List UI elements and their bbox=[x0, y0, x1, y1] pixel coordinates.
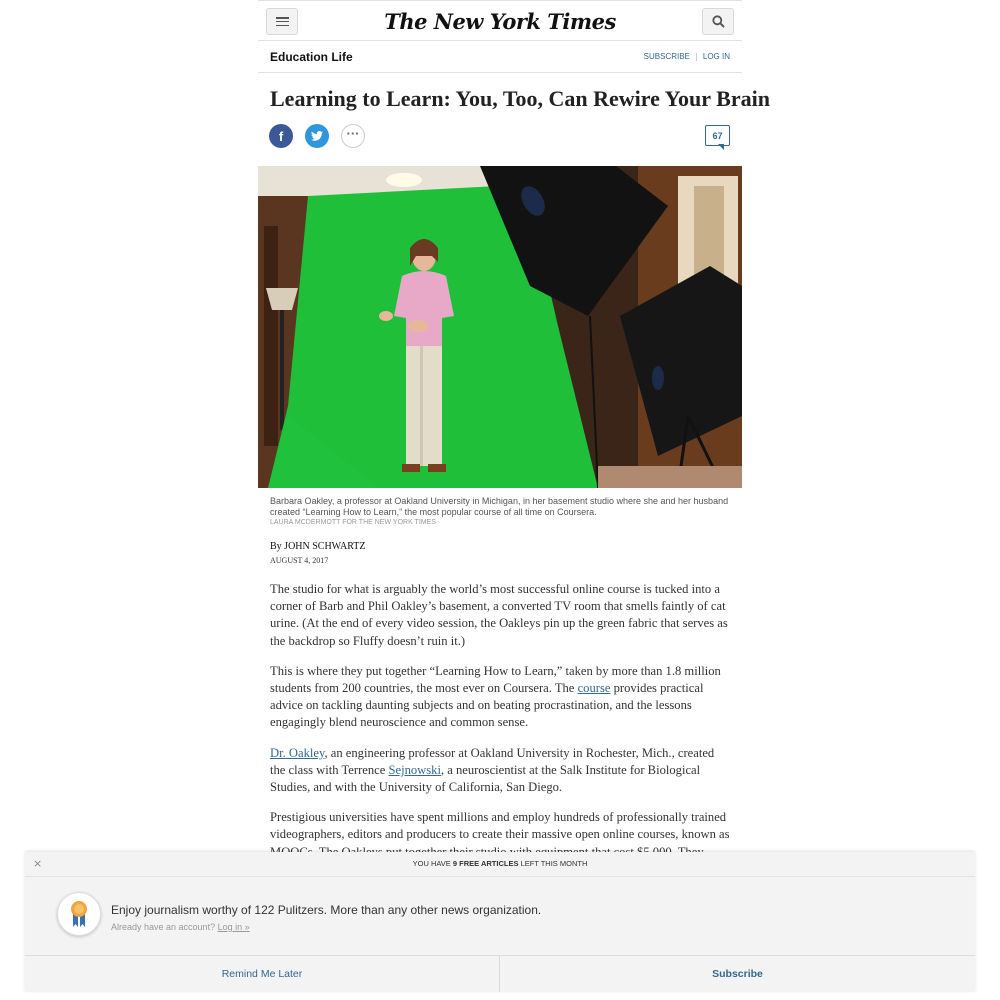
paywall-login-link[interactable]: Log in » bbox=[218, 922, 250, 932]
paragraph-1: The studio for what is arguably the worl… bbox=[270, 582, 728, 648]
subscribe-button[interactable]: Subscribe bbox=[500, 956, 975, 992]
section-name[interactable]: Education Life bbox=[270, 50, 353, 64]
article-photo[interactable] bbox=[258, 166, 742, 488]
dr-oakley-link[interactable]: Dr. Oakley bbox=[270, 746, 324, 760]
facebook-share-button[interactable]: f bbox=[269, 124, 293, 148]
twitter-icon bbox=[311, 131, 323, 141]
photo-credit: LAURA MCDERMOTT FOR THE NEW YORK TIMES bbox=[270, 519, 436, 526]
search-icon bbox=[711, 15, 725, 28]
ellipsis-icon: ··· bbox=[346, 125, 360, 141]
facebook-icon: f bbox=[278, 128, 284, 144]
author-name[interactable]: JOHN SCHWARTZ bbox=[284, 541, 365, 552]
top-bar: The New York Times bbox=[258, 0, 742, 41]
sejnowski-link[interactable]: Sejnowski bbox=[388, 763, 440, 777]
comment-bubble-tail bbox=[718, 144, 724, 150]
paragraph-2: This is where they put together “Learnin… bbox=[270, 663, 721, 730]
twitter-share-button[interactable] bbox=[305, 124, 329, 148]
subscribe-link[interactable]: SUBSCRIBE bbox=[644, 52, 690, 61]
masthead-logo[interactable]: The New York Times bbox=[258, 9, 742, 34]
paragraph-3: Dr. Oakley, an engineering professor at … bbox=[270, 745, 715, 795]
paywall-message: Enjoy journalism worthy of 122 Pulitzers… bbox=[25, 877, 975, 956]
article-body: The studio for what is arguably the worl… bbox=[270, 581, 732, 874]
photo-caption: Barbara Oakley, a professor at Oakland U… bbox=[270, 496, 729, 517]
more-share-button[interactable]: ··· bbox=[341, 124, 365, 148]
free-articles-counter: YOU HAVE 9 FREE ARTICLES LEFT THIS MONTH bbox=[412, 859, 588, 868]
byline: By JOHN SCHWARTZ bbox=[270, 541, 366, 552]
remind-me-later-button[interactable]: Remind Me Later bbox=[25, 956, 500, 992]
paywall-banner: × YOU HAVE 9 FREE ARTICLES LEFT THIS MON… bbox=[25, 852, 975, 992]
comment-count: 67 bbox=[712, 130, 723, 141]
publish-date: AUGUST 4, 2017 bbox=[270, 556, 329, 565]
studio-photo-illustration bbox=[258, 166, 742, 488]
login-link[interactable]: LOG IN bbox=[703, 52, 730, 61]
paywall-pitch: Enjoy journalism worthy of 122 Pulitzers… bbox=[111, 903, 542, 917]
article-page: The New York Times Education Life SUBSCR… bbox=[258, 0, 770, 1000]
link-divider bbox=[695, 52, 697, 61]
byline-prefix: By bbox=[270, 541, 282, 552]
account-links: SUBSCRIBE LOG IN bbox=[644, 52, 730, 61]
award-ribbon-icon bbox=[57, 892, 101, 936]
section-bar: Education Life SUBSCRIBE LOG IN bbox=[258, 41, 742, 73]
course-link[interactable]: course bbox=[578, 681, 611, 695]
search-button[interactable] bbox=[702, 8, 734, 35]
free-articles-count: 9 FREE ARTICLES bbox=[452, 859, 519, 868]
article-headline: Learning to Learn: You, Too, Can Rewire … bbox=[270, 86, 770, 111]
paywall-header: × YOU HAVE 9 FREE ARTICLES LEFT THIS MON… bbox=[25, 852, 975, 877]
paywall-login-prompt: Already have an account? Log in » bbox=[111, 922, 250, 932]
comments-button[interactable]: 67 bbox=[705, 125, 730, 146]
